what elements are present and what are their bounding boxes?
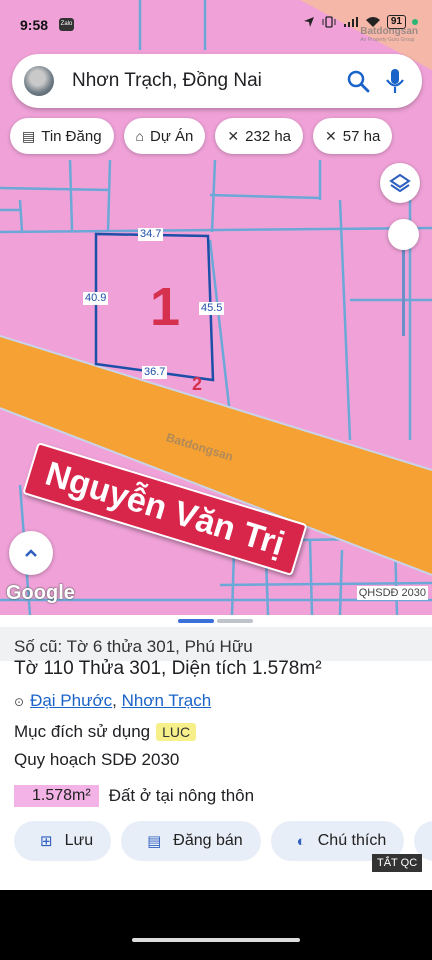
corner-number: 2 bbox=[192, 374, 203, 394]
map-view[interactable]: 9:58 Zalo 91 Batdongsan An Property Guru… bbox=[0, 0, 432, 615]
district-link[interactable]: Nhơn Trạch bbox=[122, 691, 212, 710]
hide-ads-button[interactable]: TẮT QC bbox=[372, 854, 423, 872]
post-sale-button[interactable]: ▤ Đăng bán bbox=[121, 821, 261, 861]
save-label: Lưu bbox=[64, 832, 94, 849]
watermark-tagline: An Property Guru Group bbox=[360, 37, 415, 43]
bottom-area bbox=[0, 890, 432, 960]
map-layer-badge: QHSDĐ 2030 bbox=[356, 586, 428, 600]
chip-label: 232 ha bbox=[245, 127, 292, 145]
opacity-slider-handle[interactable] bbox=[388, 219, 419, 250]
location-separator: , bbox=[112, 691, 122, 710]
parcel-info-sheet: Số cũ: Tờ 6 thửa 301, Phú Hữu Tờ 110 Thử… bbox=[0, 615, 432, 960]
chip-area-232[interactable]: ✕ 232 ha bbox=[215, 118, 304, 154]
plot-number[interactable]: 1 bbox=[150, 276, 180, 338]
dimension-bottom: 36.7 bbox=[142, 366, 168, 379]
plan-label: Quy hoạch SDĐ 2030 bbox=[14, 750, 180, 769]
vibrate-icon bbox=[322, 16, 336, 28]
purpose-label: Mục đích sử dụng bbox=[14, 722, 151, 741]
zalo-notification-icon: Zalo bbox=[59, 18, 74, 31]
gesture-nav-bar[interactable] bbox=[132, 938, 300, 942]
location-pin-icon: ⊙ bbox=[14, 695, 25, 709]
sheet-drag-handle[interactable] bbox=[178, 619, 254, 623]
land-purpose: Mục đích sử dụng LUC bbox=[14, 722, 197, 742]
watermark-top: Batdongsan An Property Guru Group bbox=[360, 26, 418, 43]
chip-area-57[interactable]: ✕ 57 ha bbox=[313, 118, 393, 154]
chip-label: 57 ha bbox=[342, 127, 381, 145]
legend-label: Chú thích bbox=[317, 832, 387, 849]
search-input[interactable]: Nhơn Trạch, Đồng Nai bbox=[72, 70, 262, 92]
plan-use: Đất ở tại nông thôn bbox=[108, 786, 255, 805]
parcel-location: ⊙ Đại Phước, Nhơn Trạch bbox=[14, 691, 211, 711]
google-logo: Google bbox=[6, 582, 75, 604]
parcel-title: Tờ 110 Thửa 301, Diện tích 1.578m² bbox=[14, 658, 322, 679]
listing-icon: ▤ bbox=[147, 833, 162, 850]
chip-tin-dang[interactable]: ▤ Tin Đăng bbox=[10, 118, 114, 154]
status-time: 9:58 bbox=[20, 17, 49, 33]
location-arrow-icon bbox=[303, 17, 314, 27]
layers-button[interactable] bbox=[380, 163, 420, 203]
project-icon: ⌂ bbox=[135, 128, 145, 144]
watermark-brand: Batdongsan bbox=[360, 26, 418, 37]
opacity-slider-track[interactable] bbox=[402, 236, 405, 336]
purpose-code-badge: LUC bbox=[156, 723, 197, 741]
status-dot-icon bbox=[412, 19, 418, 25]
legend-icon: ◐ bbox=[296, 832, 306, 850]
post-sale-label: Đăng bán bbox=[173, 832, 243, 849]
dimension-left: 40.9 bbox=[83, 292, 109, 305]
listing-icon: ▤ bbox=[22, 127, 36, 144]
area-icon: ✕ bbox=[227, 127, 240, 144]
signal-icon bbox=[343, 17, 358, 27]
mic-icon[interactable] bbox=[384, 67, 406, 95]
search-bar[interactable]: Nhơn Trạch, Đồng Nai bbox=[12, 54, 422, 108]
add-document-icon: ⊞ bbox=[40, 833, 53, 850]
chip-du-an[interactable]: ⌂ Dự Án bbox=[123, 118, 206, 154]
search-icon[interactable] bbox=[346, 69, 370, 93]
old-parcel-info: Số cũ: Tờ 6 thửa 301, Phú Hữu bbox=[0, 627, 432, 661]
action-buttons: ⊞ Lưu ▤ Đăng bán ◐ Chú thích bbox=[14, 821, 432, 861]
dimension-top: 34.7 bbox=[138, 228, 164, 241]
plan-area-badge: 1.578m² bbox=[14, 785, 99, 807]
dimension-right: 45.5 bbox=[199, 302, 225, 315]
area-icon: ✕ bbox=[325, 127, 337, 144]
avatar[interactable] bbox=[24, 66, 54, 96]
plan-row: 1.578m² Đất ở tại nông thôn bbox=[14, 783, 254, 809]
chip-label: Tin Đăng bbox=[41, 127, 102, 145]
layers-icon bbox=[389, 173, 411, 193]
filter-chips: ▤ Tin Đăng ⌂ Dự Án ✕ 232 ha ✕ 57 ha bbox=[10, 118, 393, 156]
ward-link[interactable]: Đại Phước bbox=[30, 691, 112, 710]
chevron-up-icon bbox=[25, 549, 37, 557]
save-button[interactable]: ⊞ Lưu bbox=[14, 821, 112, 861]
expand-up-button[interactable] bbox=[9, 531, 53, 575]
chip-label: Dự Án bbox=[150, 127, 194, 145]
